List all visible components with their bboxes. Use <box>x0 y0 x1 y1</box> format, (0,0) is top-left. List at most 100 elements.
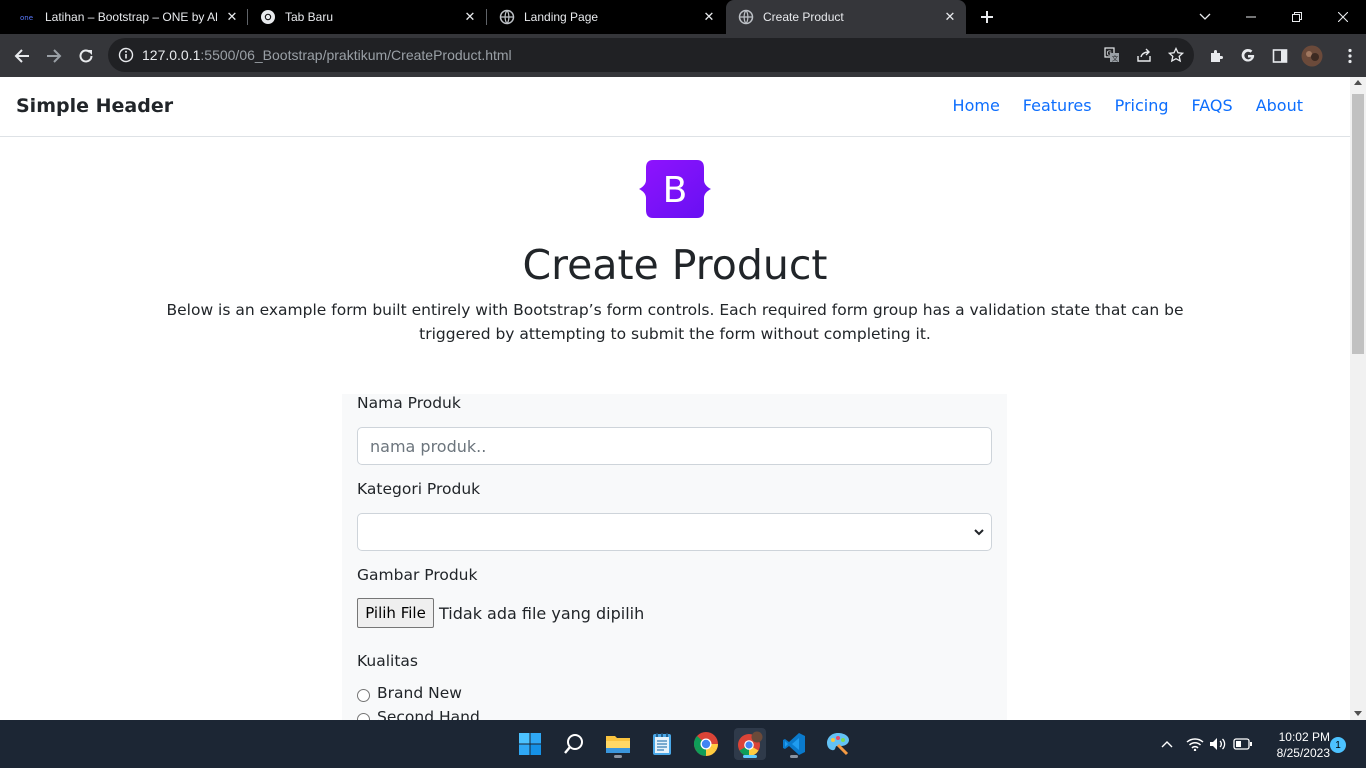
file-explorer-icon <box>606 736 630 753</box>
product-category-select[interactable] <box>357 513 992 551</box>
logo-letter: B <box>663 170 688 211</box>
file-status-text: Tidak ada file yang dipilih <box>439 604 645 623</box>
new-tab-button[interactable] <box>975 5 999 29</box>
url-host: 127.0.0.1 <box>142 47 201 63</box>
product-image-label: Gambar Produk <box>357 566 478 584</box>
globe-icon <box>738 9 754 25</box>
tray-overflow-chevron-icon[interactable] <box>1157 734 1177 754</box>
quality-brand-new-radio[interactable] <box>357 689 370 702</box>
taskbar-notepad[interactable] <box>646 728 678 760</box>
close-icon <box>1338 12 1348 22</box>
close-window-button[interactable] <box>1320 0 1366 34</box>
tab-landing-page[interactable]: Landing Page ✕ <box>487 0 725 34</box>
page-title: Create Product <box>522 241 828 289</box>
forward-button[interactable] <box>39 41 69 71</box>
chrome-profile-icon <box>738 731 763 756</box>
translate-icon[interactable]: G文 <box>1103 46 1121 64</box>
restore-button[interactable] <box>1274 0 1320 34</box>
tab-tab-baru[interactable]: Tab Baru ✕ <box>248 0 486 34</box>
taskbar-vscode[interactable] <box>778 728 810 760</box>
quality-second-hand-radio[interactable] <box>357 713 370 720</box>
create-product-form: Nama Produk Kategori Produk Gambar Produ… <box>342 394 1007 720</box>
tab-title: Latihan – Bootstrap – ONE by Alt <box>45 10 218 24</box>
taskbar-chrome[interactable] <box>690 728 722 760</box>
nav-about-link[interactable]: About <box>1256 96 1303 115</box>
volume-icon[interactable] <box>1208 734 1228 754</box>
page-scrollbar[interactable] <box>1350 77 1366 720</box>
running-indicator <box>614 755 622 758</box>
side-panel-icon[interactable] <box>1269 45 1291 67</box>
tab-close-icon[interactable]: ✕ <box>942 9 958 25</box>
chevron-down-icon <box>974 529 984 536</box>
tab-close-icon[interactable]: ✕ <box>462 9 478 25</box>
back-button[interactable] <box>7 41 37 71</box>
quality-label: Kualitas <box>357 652 418 670</box>
arrow-right-icon <box>47 49 62 63</box>
tab-create-product[interactable]: Create Product ✕ <box>726 0 966 34</box>
vscode-icon <box>783 733 805 755</box>
page-lead-text: Below is an example form built entirely … <box>166 301 1184 343</box>
taskbar-search-button[interactable] <box>558 728 590 760</box>
choose-file-button[interactable]: Pilih File <box>357 598 434 628</box>
svg-text:one: one <box>20 14 33 22</box>
scroll-up-arrow-icon[interactable] <box>1354 80 1362 85</box>
bookmark-star-icon[interactable] <box>1167 46 1185 64</box>
windows-start-button[interactable] <box>514 728 546 760</box>
product-name-input[interactable] <box>357 427 992 465</box>
taskbar-file-explorer[interactable] <box>602 728 634 760</box>
profile-avatar[interactable] <box>1301 45 1323 67</box>
google-extension-icon[interactable] <box>1237 45 1259 67</box>
more-menu-icon[interactable] <box>1339 45 1361 67</box>
info-icon[interactable] <box>118 47 134 63</box>
taskbar-chrome-profile[interactable] <box>734 728 766 760</box>
reload-icon <box>79 49 93 63</box>
extensions-puzzle-icon[interactable] <box>1205 45 1227 67</box>
tab-title: Tab Baru <box>285 10 334 24</box>
running-indicator <box>743 755 757 758</box>
tab-search-button[interactable] <box>1182 0 1228 34</box>
svg-text:文: 文 <box>1112 54 1119 63</box>
page-viewport: Simple Header Home Features Pricing FAQS… <box>0 77 1366 720</box>
product-name-label: Nama Produk <box>357 394 461 412</box>
reload-button[interactable] <box>71 41 101 71</box>
product-category-label: Kategori Produk <box>357 480 481 498</box>
minimize-button[interactable] <box>1228 0 1274 34</box>
nav-pricing-link[interactable]: Pricing <box>1115 96 1169 115</box>
chrome-icon <box>260 9 276 25</box>
running-indicator <box>790 755 798 758</box>
quality-brand-new-label[interactable]: Brand New <box>377 684 462 702</box>
chrome-icon <box>693 732 718 756</box>
taskbar-clock[interactable]: 10:02 PM 8/25/2023 <box>1262 729 1330 761</box>
tab-close-icon[interactable]: ✕ <box>701 9 717 25</box>
globe-icon <box>499 9 515 25</box>
url-path: :5500/06_Bootstrap/praktikum/CreateProdu… <box>200 47 512 63</box>
chevron-down-icon <box>1199 13 1211 20</box>
nav-features-link[interactable]: Features <box>1023 96 1092 115</box>
taskbar-paint[interactable] <box>822 728 854 760</box>
share-icon[interactable] <box>1135 46 1153 64</box>
url-text[interactable]: 127.0.0.1:5500/06_Bootstrap/praktikum/Cr… <box>142 47 512 63</box>
tab-latihan-bootstrap[interactable]: one Latihan – Bootstrap – ONE by Alt ✕ <box>8 0 248 34</box>
tab-close-icon[interactable]: ✕ <box>224 9 240 25</box>
paint-icon <box>827 733 849 756</box>
battery-icon[interactable] <box>1233 734 1253 754</box>
brand-title[interactable]: Simple Header <box>16 95 173 117</box>
wifi-icon[interactable] <box>1185 734 1205 754</box>
quality-second-hand-label[interactable]: Second Hand <box>377 708 480 720</box>
nav-home-link[interactable]: Home <box>953 96 1000 115</box>
bootstrap-logo-icon: B <box>639 160 711 218</box>
nav-faqs-link[interactable]: FAQS <box>1192 96 1233 115</box>
scroll-down-arrow-icon[interactable] <box>1354 711 1362 716</box>
site-header: Simple Header Home Features Pricing FAQS… <box>0 77 1350 137</box>
minimize-icon <box>1246 16 1256 18</box>
one-logo-icon: one <box>20 9 36 25</box>
address-bar[interactable]: 127.0.0.1:5500/06_Bootstrap/praktikum/Cr… <box>108 38 1194 72</box>
windows-taskbar: 10:02 PM 8/25/2023 <box>0 720 1366 768</box>
notification-badge[interactable]: 1 <box>1330 737 1346 753</box>
scroll-thumb[interactable] <box>1352 94 1364 354</box>
arrow-left-icon <box>14 49 29 63</box>
clock-date: 8/25/2023 <box>1276 746 1330 760</box>
tab-title: Create Product <box>763 10 844 24</box>
clock-time: 10:02 PM <box>1278 730 1330 744</box>
notepad-icon <box>653 733 671 755</box>
